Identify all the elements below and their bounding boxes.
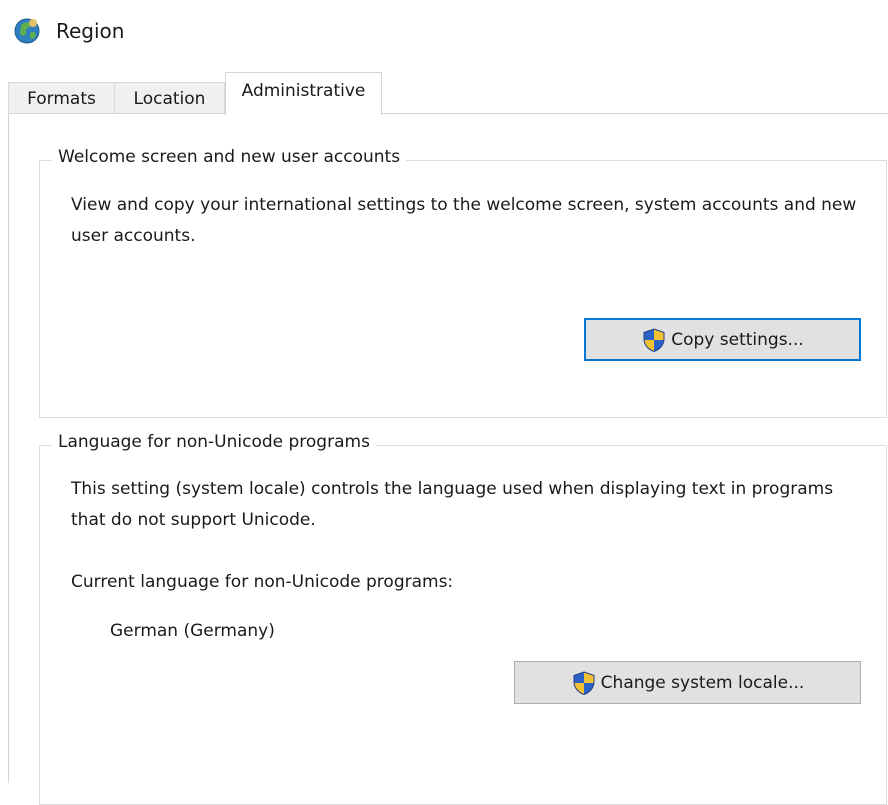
tab-formats[interactable]: Formats <box>8 82 115 114</box>
uac-shield-icon <box>573 670 595 695</box>
change-system-locale-button[interactable]: Change system locale... <box>514 661 861 704</box>
current-language-label: Current language for non-Unicode program… <box>71 572 454 592</box>
tab-administrative[interactable]: Administrative <box>225 72 382 115</box>
copy-settings-label: Copy settings... <box>671 329 804 350</box>
language-group-title: Language for non-Unicode programs <box>52 432 376 452</box>
welcome-screen-group: Welcome screen and new user accounts Vie… <box>39 147 887 418</box>
copy-settings-button[interactable]: Copy settings... <box>584 318 861 361</box>
tab-strip: Formats Location Administrative <box>8 72 888 115</box>
change-system-locale-label: Change system locale... <box>600 672 805 693</box>
window-titlebar: Region <box>12 14 124 48</box>
administrative-tab-panel: Welcome screen and new user accounts Vie… <box>8 113 888 805</box>
window-title: Region <box>56 19 125 43</box>
tab-location[interactable]: Location <box>115 82 225 114</box>
non-unicode-language-group: Language for non-Unicode programs This s… <box>39 432 887 805</box>
welcome-group-title: Welcome screen and new user accounts <box>52 147 407 167</box>
current-language-value: German (Germany) <box>110 621 275 641</box>
language-group-description: This setting (system locale) controls th… <box>71 479 834 530</box>
uac-shield-icon <box>643 327 665 352</box>
welcome-group-description: View and copy your international setting… <box>71 195 857 246</box>
globe-icon <box>14 18 40 44</box>
